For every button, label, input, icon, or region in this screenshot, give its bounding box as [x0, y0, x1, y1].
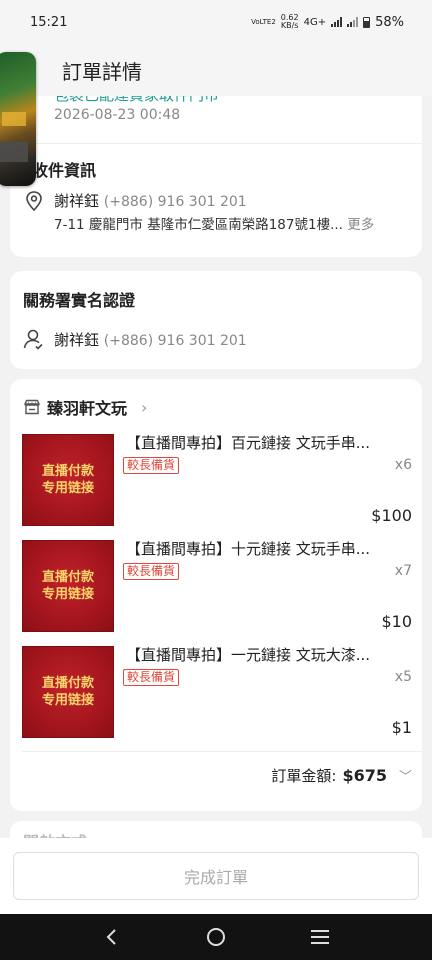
recipient-address-line: 7-11 慶龍門市 基隆市仁愛區南榮路187號1樓... 更多 — [54, 213, 374, 233]
signal-icon — [331, 17, 343, 27]
stock-tag: 較長備貨 — [123, 457, 180, 474]
recipient-name-line: 謝祥鈺 (+886) 916 301 201 — [54, 190, 247, 211]
address-more-link[interactable]: 更多 — [347, 217, 374, 233]
nav-back-button[interactable] — [92, 917, 132, 957]
product-price: $100 — [371, 506, 412, 525]
shipping-status-time: 2026-08-23 00:48 — [54, 107, 181, 123]
product-thumbnail: 直播付款 专用链接 — [22, 646, 114, 738]
order-item[interactable]: 直播付款 专用链接 【直播間專拍】一元鏈接 文玩大漆... 較長備貨 x5 $1 — [22, 646, 414, 738]
stock-tag: 較長備貨 — [123, 563, 180, 580]
recipient-name: 謝祥鈺 — [54, 192, 100, 210]
product-title: 【直播間專拍】一元鏈接 文玩大漆... — [126, 646, 371, 664]
shipping-status[interactable]: 包裹已配達買家取件門市 — [54, 96, 219, 105]
product-quantity: x6 — [394, 457, 412, 473]
nav-recents-button[interactable] — [300, 917, 340, 957]
product-title: 【直播間專拍】百元鏈接 文玩手串... — [126, 434, 371, 452]
order-total-row[interactable]: 訂單金額: $675 ﹀ — [271, 765, 412, 786]
customs-verification-card[interactable]: 關務署實名認證 謝祥鈺 (+886) 916 301 201 — [10, 271, 422, 369]
shop-card: 臻羽軒文玩 › 直播付款 专用链接 【直播間專拍】百元鏈接 文玩手串... 較長… — [10, 379, 422, 811]
recipient-section-title: 收件資訊 — [32, 161, 97, 180]
product-quantity: x5 — [394, 669, 412, 685]
home-icon — [207, 928, 225, 946]
status-time: 15:21 — [30, 14, 68, 30]
shop-name: 臻羽軒文玩 — [47, 399, 128, 418]
next-section-card: 開啟方式 — [10, 821, 422, 838]
order-total-amount: $675 — [342, 766, 387, 785]
network-type: 4G+ — [303, 16, 327, 28]
chevron-down-icon: ﹀ — [398, 770, 412, 785]
customs-name-line: 謝祥鈺 (+886) 916 301 201 — [54, 329, 247, 350]
nav-home-button[interactable] — [196, 917, 236, 957]
recipient-address: 7-11 慶龍門市 基隆市仁愛區南榮路187號1樓... — [54, 217, 343, 233]
location-pin-icon — [26, 191, 42, 212]
divider — [22, 751, 422, 752]
customs-name: 謝祥鈺 — [54, 331, 100, 349]
person-icon — [23, 329, 43, 350]
shop-header[interactable]: 臻羽軒文玩 › — [23, 396, 147, 418]
battery-percent: 58% — [375, 14, 404, 30]
customs-title: 關務署實名認證 — [23, 291, 136, 310]
recipient-phone: (+886) 916 301 201 — [103, 194, 247, 210]
product-price: $1 — [391, 718, 412, 737]
customs-phone: (+886) 916 301 201 — [103, 333, 247, 349]
stock-tag: 較長備貨 — [123, 669, 180, 686]
thumbnail-image-detail — [0, 142, 28, 162]
product-title: 【直播間專拍】十元鏈接 文玩手串... — [126, 540, 371, 558]
chevron-right-icon: › — [141, 397, 148, 417]
back-icon — [106, 929, 116, 945]
floating-video-thumbnail[interactable] — [0, 52, 36, 186]
status-indicators: VoLTE2 0.62 KB/s 4G+ 58% — [251, 14, 404, 30]
net-speed: 0.62 KB/s — [280, 13, 299, 30]
signal-icon-2 — [347, 17, 359, 27]
product-thumbnail: 直播付款 专用链接 — [22, 540, 114, 632]
volte-indicator: VoLTE2 — [251, 18, 276, 26]
order-item[interactable]: 直播付款 专用链接 【直播間專拍】十元鏈接 文玩手串... 較長備貨 x7 $1… — [22, 540, 414, 632]
complete-order-button[interactable]: 完成訂單 — [13, 852, 419, 900]
thumbnail-image-detail — [2, 112, 26, 126]
product-thumbnail: 直播付款 专用链接 — [22, 434, 114, 526]
store-icon — [24, 399, 40, 415]
divider — [24, 143, 422, 144]
app-header: 訂單詳情 — [0, 44, 432, 96]
order-total-label: 訂單金額: — [271, 767, 337, 785]
shipping-card: 包裹已配達買家取件門市 2026-08-23 00:48 收件資訊 謝祥鈺 (+… — [10, 96, 422, 257]
next-section-title: 開啟方式 — [23, 829, 87, 838]
product-price: $10 — [381, 612, 412, 631]
order-detail-content[interactable]: 包裹已配達買家取件門市 2026-08-23 00:48 收件資訊 謝祥鈺 (+… — [0, 96, 432, 838]
battery-icon — [363, 16, 371, 28]
product-quantity: x7 — [394, 563, 412, 579]
page-title: 訂單詳情 — [62, 59, 142, 84]
recents-icon — [311, 930, 329, 944]
system-nav-bar — [0, 914, 432, 960]
order-item[interactable]: 直播付款 专用链接 【直播間專拍】百元鏈接 文玩手串... 較長備貨 x6 $1… — [22, 434, 414, 526]
status-bar: 15:21 VoLTE2 0.62 KB/s 4G+ 58% — [0, 0, 432, 44]
bottom-action-bar: 完成訂單 — [0, 838, 432, 914]
